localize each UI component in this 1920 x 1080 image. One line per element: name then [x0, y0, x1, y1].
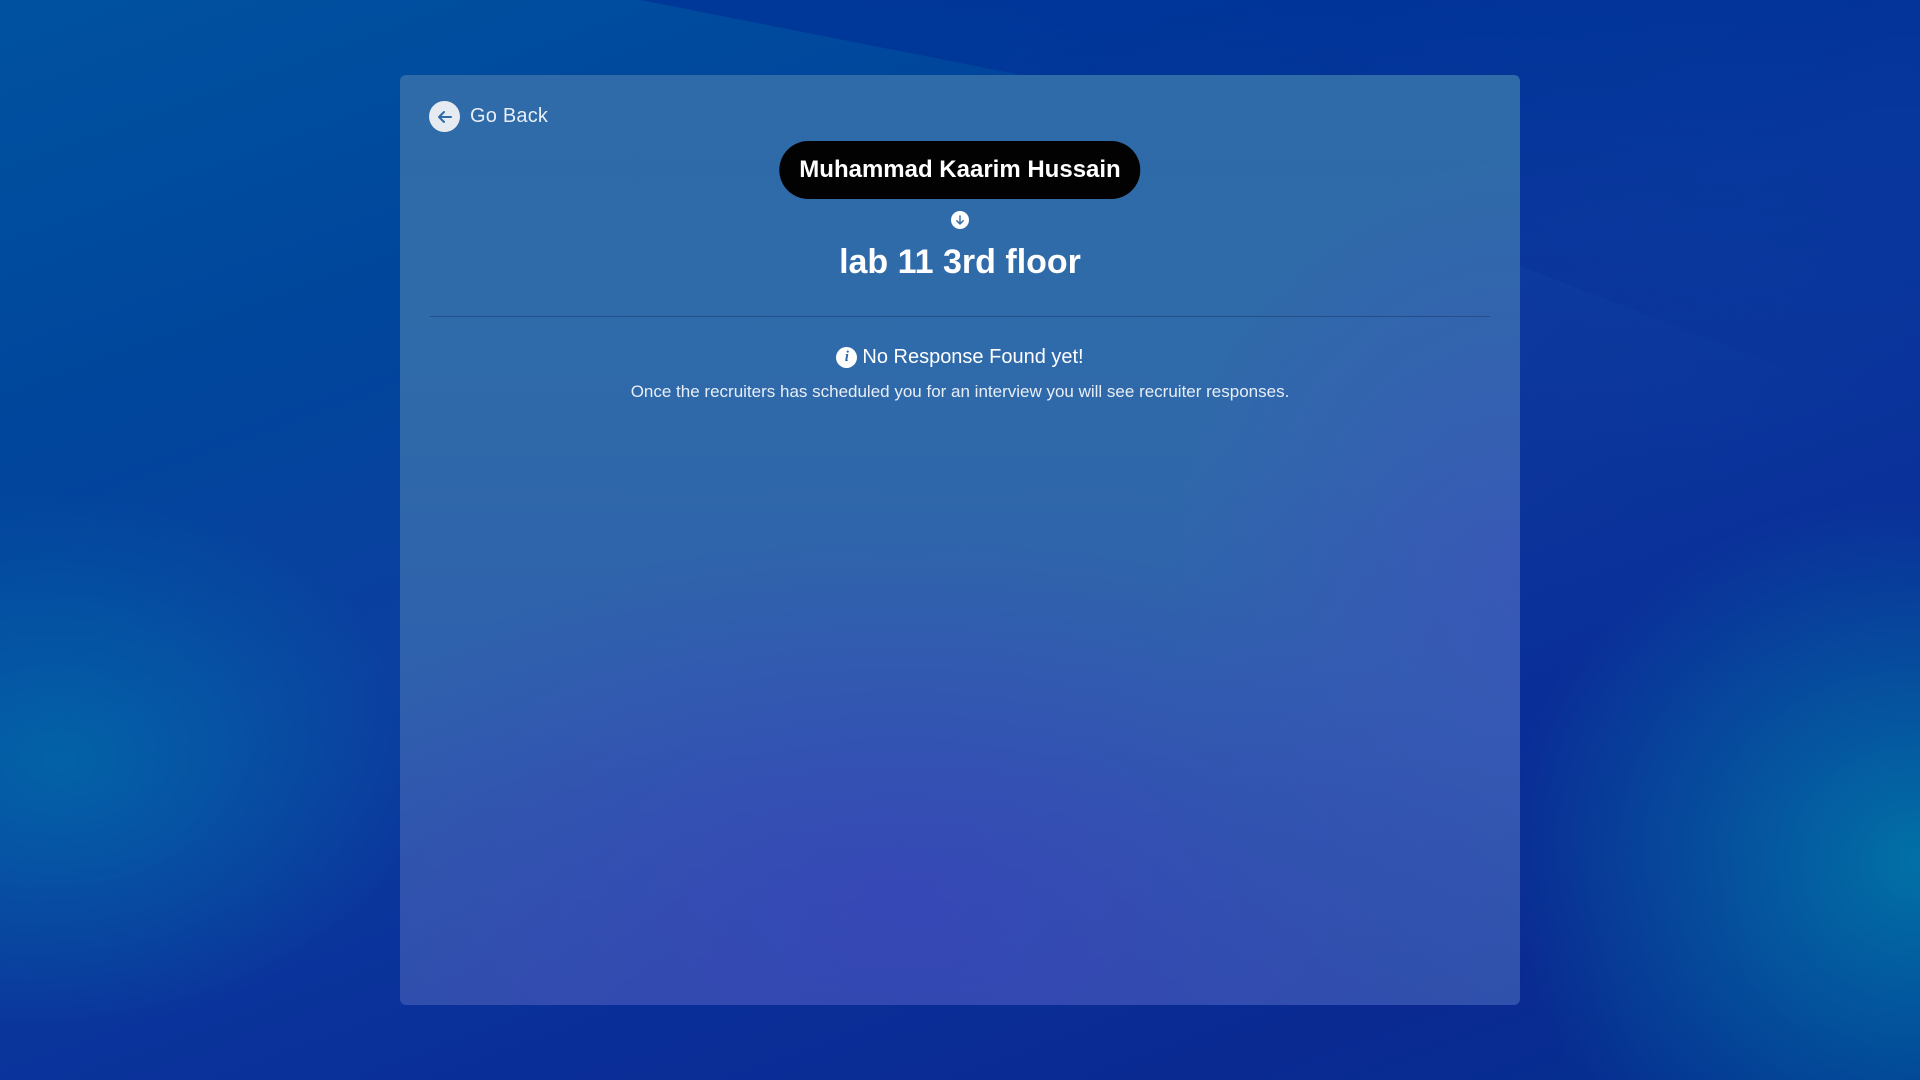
empty-state-description: Once the recruiters has scheduled you fo… [630, 382, 1290, 401]
empty-state-title: No Response Found yet! [862, 346, 1084, 368]
location-title: lab 11 3rd floor [839, 243, 1081, 281]
arrow-left-icon[interactable] [429, 101, 460, 132]
go-back-label[interactable]: Go Back [470, 105, 548, 128]
arrow-down-icon [951, 211, 969, 229]
response-card: Go Back Muhammad Kaarim Hussain lab 11 3… [400, 75, 1520, 1005]
info-icon: i [836, 347, 858, 368]
divider [430, 316, 1490, 317]
empty-state-heading: i No Response Found yet! [400, 346, 1520, 369]
candidate-name-badge: Muhammad Kaarim Hussain [779, 141, 1141, 199]
go-back-button[interactable]: Go Back [429, 101, 548, 132]
